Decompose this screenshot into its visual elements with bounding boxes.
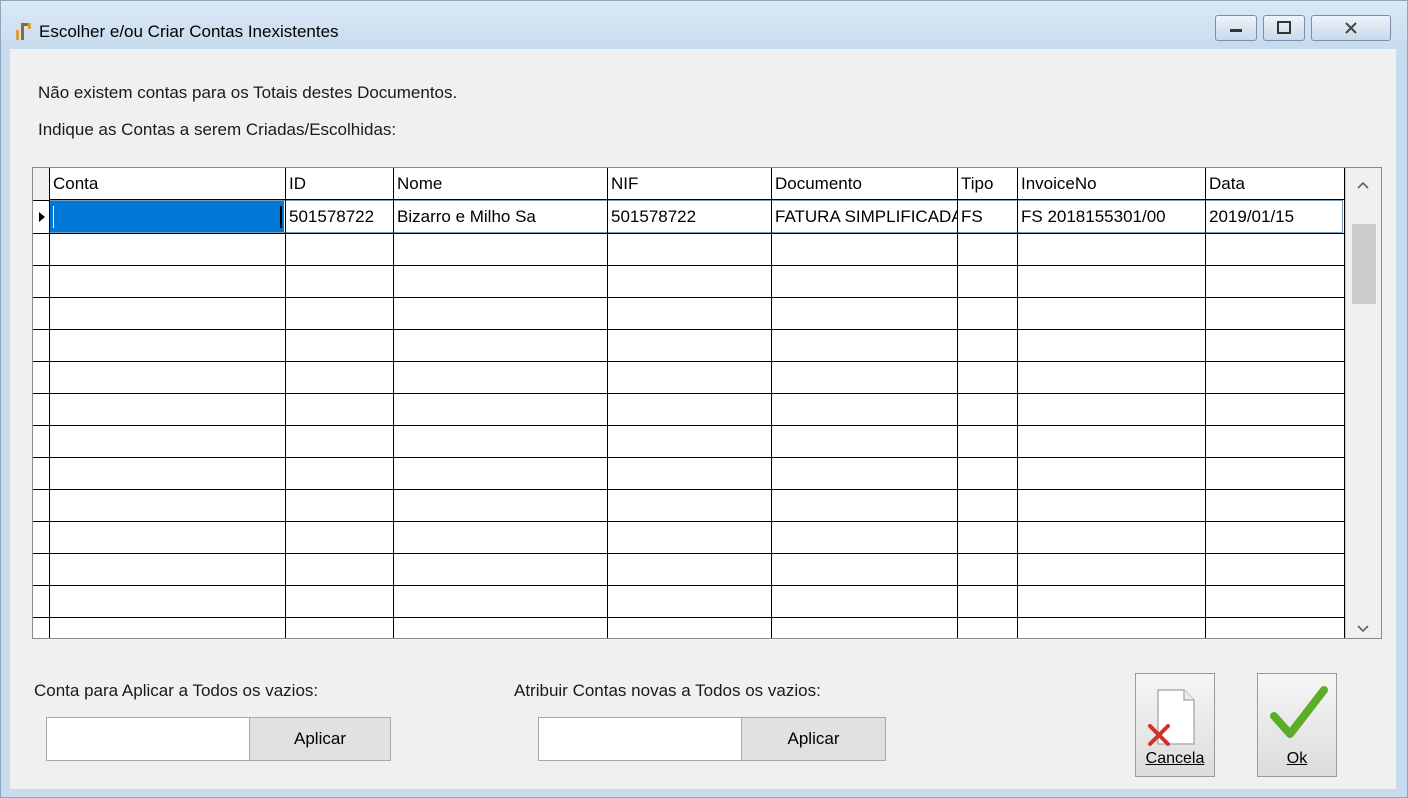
column-header-id[interactable]: ID — [285, 168, 393, 200]
column-divider — [771, 168, 772, 638]
current-row-arrow-icon — [39, 212, 45, 222]
maximize-button[interactable] — [1263, 15, 1305, 41]
column-header-documento[interactable]: Documento — [771, 168, 957, 200]
window-title: Escolher e/ou Criar Contas Inexistentes — [39, 22, 339, 41]
column-divider — [393, 168, 394, 638]
row-divider — [33, 233, 1345, 234]
minimize-icon — [1230, 29, 1242, 32]
column-divider — [957, 168, 958, 638]
text-cursor — [53, 206, 54, 228]
cell-id[interactable]: 501578722 — [285, 201, 393, 233]
cancel-button[interactable]: Cancela — [1135, 673, 1215, 777]
column-divider — [285, 168, 286, 638]
column-header-invoiceno[interactable]: InvoiceNo — [1017, 168, 1205, 200]
close-button[interactable] — [1311, 15, 1391, 41]
row-divider — [33, 521, 1345, 522]
scroll-up-icon[interactable] — [1356, 180, 1370, 190]
assign-new-label: Atribuir Contas novas a Todos os vazios: — [514, 681, 821, 700]
column-header-nome[interactable]: Nome — [393, 168, 607, 200]
apply-all-button[interactable]: Aplicar — [249, 717, 391, 761]
row-divider — [33, 489, 1345, 490]
dialog-body: Não existem contas para os Totais destes… — [10, 49, 1396, 789]
ok-button[interactable]: Ok — [1257, 673, 1337, 777]
row-divider — [33, 265, 1345, 266]
ok-button-label: Ok — [1286, 750, 1308, 767]
ok-checkmark-icon — [1270, 686, 1328, 738]
row-divider — [33, 297, 1345, 298]
row-divider — [33, 425, 1345, 426]
message-line-1: Não existem contas para os Totais destes… — [38, 83, 458, 102]
vertical-scrollbar[interactable] — [1345, 168, 1381, 638]
row-divider — [33, 585, 1345, 586]
maximize-icon — [1277, 21, 1291, 34]
cell-conta-selected[interactable] — [50, 201, 284, 233]
column-header-data[interactable]: Data — [1205, 168, 1345, 200]
cancel-button-label: Cancela — [1145, 750, 1205, 767]
row-divider — [33, 393, 1345, 394]
assign-new-button[interactable]: Aplicar — [741, 717, 886, 761]
cancel-document-icon — [1148, 689, 1195, 746]
row-divider — [33, 617, 1345, 618]
title-bar[interactable]: Escolher e/ou Criar Contas Inexistentes — [1, 1, 1407, 49]
column-divider — [1205, 168, 1206, 638]
app-icon — [16, 23, 31, 40]
row-divider — [33, 329, 1345, 330]
cell-documento[interactable]: FATURA SIMPLIFICADA — [771, 201, 957, 233]
cell-invoiceno[interactable]: FS 2018155301/00 — [1017, 201, 1205, 233]
row-divider — [33, 553, 1345, 554]
cell-data[interactable]: 2019/01/15 — [1205, 201, 1345, 233]
column-divider — [49, 168, 50, 638]
apply-all-label: Conta para Aplicar a Todos os vazios: — [34, 681, 319, 700]
column-divider — [1017, 168, 1018, 638]
scrollbar-thumb[interactable] — [1352, 224, 1376, 304]
column-header-conta[interactable]: Conta — [49, 168, 285, 200]
close-icon — [1345, 22, 1357, 34]
message-line-2: Indique as Contas a serem Criadas/Escolh… — [38, 120, 397, 139]
cell-nome[interactable]: Bizarro e Milho Sa — [393, 201, 607, 233]
column-divider — [607, 168, 608, 638]
grid-corner — [33, 168, 49, 201]
row-divider — [33, 361, 1345, 362]
column-resize-mark — [280, 206, 282, 228]
scroll-down-icon[interactable] — [1356, 624, 1370, 634]
apply-all-account-input[interactable] — [46, 717, 250, 761]
dialog-window: Escolher e/ou Criar Contas Inexistentes … — [0, 0, 1408, 798]
cell-nif[interactable]: 501578722 — [607, 201, 771, 233]
minimize-button[interactable] — [1215, 15, 1257, 41]
row-divider — [33, 457, 1345, 458]
cell-tipo[interactable]: FS — [957, 201, 1017, 233]
column-header-nif[interactable]: NIF — [607, 168, 771, 200]
column-header-tipo[interactable]: Tipo — [957, 168, 1017, 200]
accounts-grid[interactable]: Conta ID Nome NIF Documento Tipo Invoice… — [32, 167, 1382, 639]
assign-new-account-input[interactable] — [538, 717, 742, 761]
